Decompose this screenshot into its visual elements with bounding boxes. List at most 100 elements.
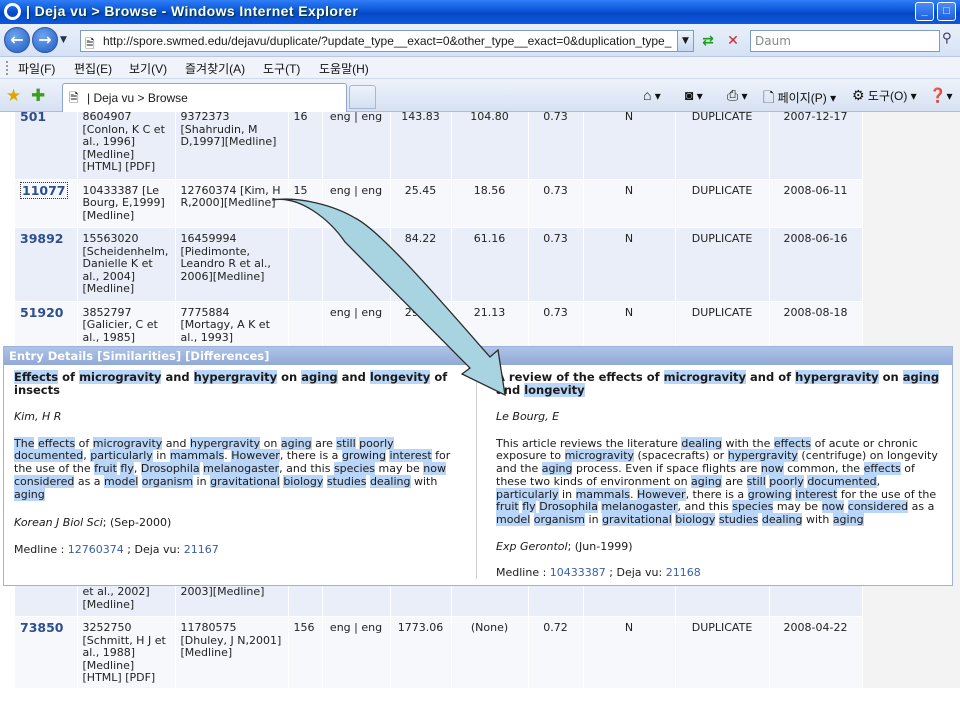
results-table-bottom: et al., 2002] [Medline] 2003][Medline] 7… xyxy=(15,575,863,688)
journal-name: Korean J Biol Sci xyxy=(14,516,103,530)
cell-count: 15 xyxy=(288,179,323,228)
history-dropdown-icon[interactable]: ▼ xyxy=(60,35,67,45)
left-article: Effects of microgravity and hypergravity… xyxy=(14,370,469,557)
dejavu-label: ; Deja vu: xyxy=(123,542,184,556)
stop-icon[interactable]: ✕ xyxy=(723,32,743,50)
similarities-link[interactable]: [Similarities] xyxy=(97,349,181,363)
search-input[interactable]: Daum xyxy=(750,30,940,52)
entry-id-link[interactable]: 39892 xyxy=(20,231,64,246)
medline-citation-1[interactable]: 15563020 [Scheidenhelm, Danielle K et al… xyxy=(77,227,176,302)
address-url: http://spore.swmed.edu/dejavu/duplicate/… xyxy=(103,34,672,48)
home-icon[interactable]: ⌂ ▾ xyxy=(643,87,661,103)
cell-language: eng | eng xyxy=(322,616,391,688)
cell-score-3: 0.73 xyxy=(528,227,584,302)
entry-details-panel: Entry Details [Similarities] [Difference… xyxy=(3,346,953,586)
add-favorites-icon[interactable]: ✚ xyxy=(31,86,45,106)
cell-language xyxy=(322,227,391,302)
cell-date: 2008-04-22 xyxy=(769,616,863,688)
menu-view[interactable]: 보기(V) xyxy=(129,60,167,77)
tab-bar: ★ ✚ 🗎 | Deja vu > Browse ⌂ ▾ ◙ ▾ ⎙ ▾ 🗋 페… xyxy=(0,79,960,112)
right-article: A review of the effects of microgravity … xyxy=(496,370,944,580)
cell-score-1: 143.83 xyxy=(390,112,452,180)
minimize-button[interactable]: _ xyxy=(915,2,934,21)
cell-status: DUPLICATE xyxy=(675,616,770,688)
cell-count: 156 xyxy=(288,616,323,688)
maximize-button[interactable]: □ xyxy=(937,2,956,21)
entry-id-link[interactable]: 51920 xyxy=(20,305,64,320)
new-tab-button[interactable] xyxy=(349,85,376,109)
address-dropdown-icon[interactable]: ▼ xyxy=(677,31,693,51)
cell-score-2: 18.56 xyxy=(451,179,529,228)
journal-date: ; (Jun-1999) xyxy=(567,539,633,553)
menu-edit[interactable]: 편집(E) xyxy=(74,60,112,77)
article-ids: Medline : 12760374 ; Deja vu: 21167 xyxy=(14,542,469,557)
article-author: Le Bourg, E xyxy=(496,410,560,423)
page-menu-icon: 🗋 xyxy=(763,89,775,105)
back-arrow-icon[interactable]: ← xyxy=(4,27,30,53)
address-input[interactable]: 🗎 http://spore.swmed.edu/dejavu/duplicat… xyxy=(80,30,694,52)
menu-tools[interactable]: 도구(T) xyxy=(263,60,300,77)
article-title: A review of the effects of microgravity … xyxy=(496,370,940,397)
cell-flag: N xyxy=(583,616,676,688)
cell-flag: N xyxy=(583,227,676,302)
menu-favorites[interactable]: 즐겨찾기(A) xyxy=(185,60,245,77)
tab-deja-vu-browse[interactable]: 🗎 | Deja vu > Browse xyxy=(62,83,347,112)
medline-citation-2[interactable]: 9372373 [Shahrudin, M D,1997][Medline] xyxy=(175,112,289,180)
dejavu-id-link[interactable]: 21168 xyxy=(666,566,701,579)
medline-citation-2[interactable]: 11780575 [Dhuley, J N,2001][Medline] xyxy=(175,616,289,688)
medline-citation-1[interactable]: 10433387 [Le Bourg, E,1999] [Medline] xyxy=(77,179,176,228)
cell-flag: N xyxy=(583,179,676,228)
print-icon[interactable]: ⎙ ▾ xyxy=(727,87,748,104)
medline-id-link[interactable]: 12760374 xyxy=(68,543,124,556)
refresh-icon[interactable]: ⇄ xyxy=(698,32,718,50)
entry-id-link[interactable]: 73850 xyxy=(20,620,64,635)
journal-date: ; (Sep-2000) xyxy=(102,516,172,530)
medline-label: Medline : xyxy=(14,542,68,556)
tools-menu-button[interactable]: ⚙ 도구(O) ▾ xyxy=(852,87,917,104)
dejavu-id-link[interactable]: 21167 xyxy=(184,543,219,556)
article-journal: Korean J Biol Sci; (Sep-2000) xyxy=(14,516,469,530)
article-abstract: This article reviews the literature deal… xyxy=(496,436,938,526)
window-title-bar: | Deja vu > Browse - Windows Internet Ex… xyxy=(0,0,960,24)
article-author: Kim, H R xyxy=(14,410,62,423)
medline-citation-1[interactable]: 3252750 [Schmitt, H J et al., 1988] [Med… xyxy=(77,616,176,688)
cell-score-1: 84.22 xyxy=(390,227,452,302)
page-menu-label: 페이지(P) xyxy=(777,91,827,105)
medline-citation-2[interactable]: 12760374 [Kim, H R,2000][Medline] xyxy=(175,179,289,228)
article-abstract: The effects of microgravity and hypergra… xyxy=(14,436,451,501)
menu-help[interactable]: 도움말(H) xyxy=(319,60,369,77)
page-icon: 🗎 xyxy=(69,91,79,105)
help-icon[interactable]: ❓▾ xyxy=(929,87,952,104)
page-icon: 🗎 xyxy=(85,37,95,51)
medline-citation-1[interactable]: 8604907 [Conlon, K C et al., 1996] [Medl… xyxy=(77,112,176,180)
entry-id-link[interactable]: 501 xyxy=(20,112,46,124)
gear-icon: ⚙ xyxy=(852,87,865,103)
medline-id-link[interactable]: 10433387 xyxy=(550,566,606,579)
cell-language: eng | eng xyxy=(322,112,391,180)
journal-name: Exp Gerontol xyxy=(496,539,568,553)
article-title: Effects of microgravity and hypergravity… xyxy=(14,370,448,397)
entry-id-link[interactable]: 11077 xyxy=(20,181,68,199)
cell-score-2: 104.80 xyxy=(451,112,529,180)
cell-date: 2008-06-11 xyxy=(769,179,863,228)
page-menu-button[interactable]: 🗋 페이지(P) ▾ xyxy=(763,87,836,111)
menu-bar: 파일(F) 편집(E) 보기(V) 즐겨찾기(A) 도구(T) 도움말(H) xyxy=(0,57,960,79)
favorites-star-icon[interactable]: ★ xyxy=(6,86,21,106)
forward-arrow-icon[interactable]: → xyxy=(32,27,58,53)
entry-details-header: Entry Details [Similarities] [Difference… xyxy=(4,347,952,365)
dejavu-label: ; Deja vu: xyxy=(605,566,666,580)
table-row: 39892 15563020 [Scheidenhelm, Danielle K… xyxy=(15,227,863,302)
medline-label: Medline : xyxy=(496,566,550,580)
cell-score-1: 1773.06 xyxy=(390,616,452,688)
toolbar-grip xyxy=(6,61,9,75)
table-row: 501 8604907 [Conlon, K C et al., 1996] [… xyxy=(15,112,863,180)
differences-link[interactable]: [Differences] xyxy=(185,349,269,363)
medline-citation-2[interactable]: 16459994 [Piedimonte, Leandro R et al., … xyxy=(175,227,289,302)
tab-label: | Deja vu > Browse xyxy=(87,91,188,105)
search-icon[interactable]: ⚲ xyxy=(942,31,960,51)
article-journal: Exp Gerontol; (Jun-1999) xyxy=(496,539,944,554)
rss-icon[interactable]: ◙ ▾ xyxy=(685,87,703,103)
cell-score-3: 0.72 xyxy=(528,616,584,688)
menu-file[interactable]: 파일(F) xyxy=(18,60,55,77)
ie-logo-icon xyxy=(4,3,21,20)
